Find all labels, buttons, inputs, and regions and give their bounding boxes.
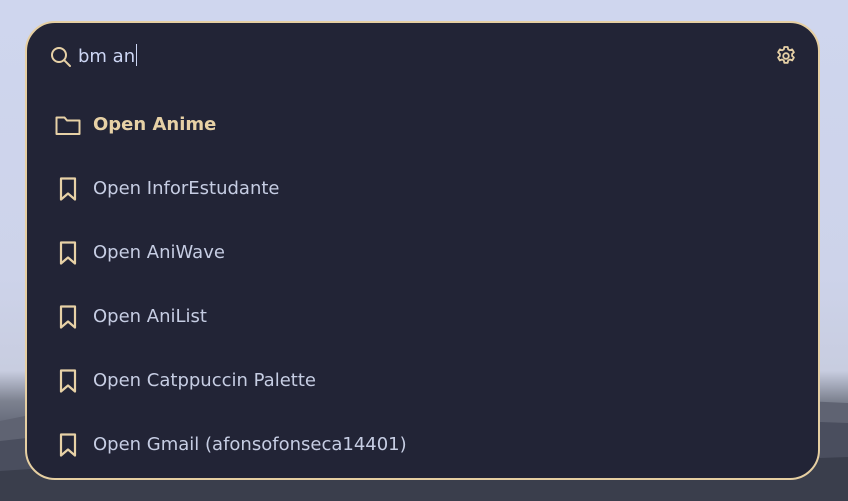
results-list: Open Anime Open InforEstudante Open AniWav…: [27, 93, 818, 477]
result-item[interactable]: Open Anime: [27, 93, 818, 157]
launcher-window: bm an Open Anime Open InforEstudante Open …: [25, 21, 820, 480]
search-icon: [49, 45, 73, 69]
gear-icon: [774, 44, 798, 72]
bookmark-icon: [53, 430, 83, 460]
settings-button[interactable]: [772, 44, 800, 72]
result-item[interactable]: Open Gmail (afonsofonseca14401): [27, 413, 818, 477]
result-item[interactable]: Open Catppuccin Palette: [27, 349, 818, 413]
bookmark-icon: [53, 302, 83, 332]
result-item-label: Open AniWave: [93, 242, 225, 263]
text-caret: [136, 44, 138, 66]
result-item-label: Open Gmail (afonsofonseca14401): [93, 434, 407, 455]
result-item-label: Open InforEstudante: [93, 178, 280, 199]
result-item-label: Open Catppuccin Palette: [93, 370, 316, 391]
result-item[interactable]: Open InforEstudante: [27, 157, 818, 221]
result-item-label: Open AniList: [93, 306, 207, 327]
result-item[interactable]: Open AniList: [27, 285, 818, 349]
search-query-text: bm an: [78, 46, 136, 67]
result-item[interactable]: Open AniWave: [27, 221, 818, 285]
search-bar: bm an: [47, 42, 800, 74]
bookmark-icon: [53, 174, 83, 204]
bookmark-icon: [53, 238, 83, 268]
search-input[interactable]: bm an: [78, 44, 138, 70]
result-item-label: Open Anime: [93, 114, 217, 135]
desktop-background: bm an Open Anime Open InforEstudante Open …: [0, 0, 848, 501]
bookmark-icon: [53, 366, 83, 396]
folder-icon: [53, 110, 83, 140]
